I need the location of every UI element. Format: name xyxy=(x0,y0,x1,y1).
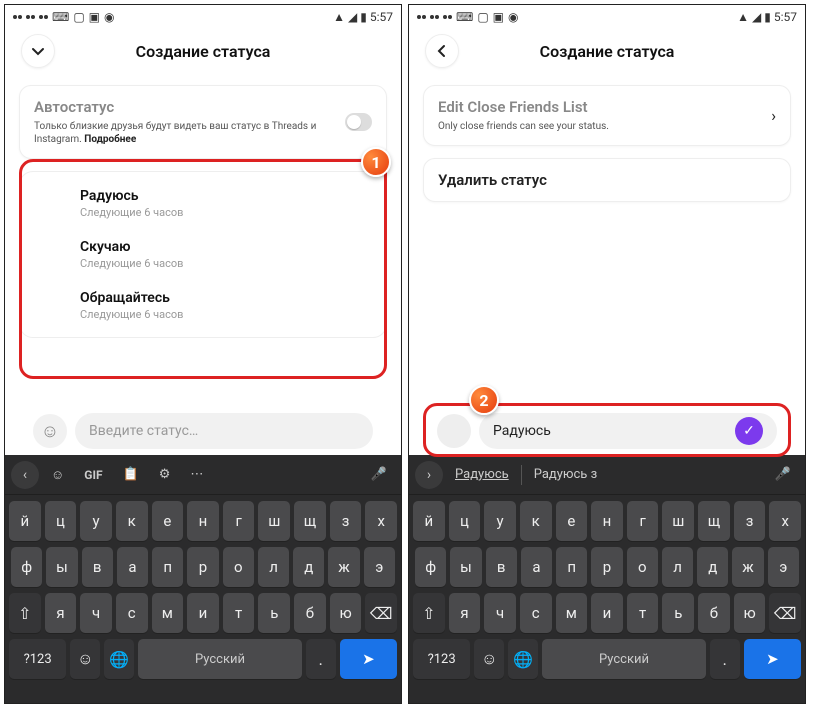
numbers-key[interactable]: ?123 xyxy=(413,639,470,679)
suggestion[interactable]: Радуюсь з xyxy=(526,467,606,482)
emoji-key[interactable]: ☺ xyxy=(474,639,504,679)
key-row-3: ⇧ ячсмитьбю ⌫ xyxy=(9,593,397,633)
keyboard-suggestions: › Радуюсь Радуюсь з 🎤 xyxy=(409,455,805,495)
mic-icon[interactable]: 🎤 xyxy=(363,467,395,482)
chevron-right-icon: › xyxy=(771,106,776,125)
status-input[interactable]: Введите статус… xyxy=(75,413,373,449)
status-option[interactable]: Обращайтесь Следующие 6 часов xyxy=(20,280,386,331)
keyboard-icon: ⌨ xyxy=(456,10,473,24)
globe-key[interactable]: 🌐 xyxy=(104,639,134,679)
tab-icon: ▣ xyxy=(89,10,100,24)
settings-icon[interactable]: ⚙ xyxy=(151,467,179,482)
status-option[interactable]: Радуюсь Следующие 6 часов xyxy=(20,178,386,229)
clock: 5:57 xyxy=(370,10,393,24)
autostatus-more[interactable]: Подробнее xyxy=(84,134,136,145)
period-key[interactable]: . xyxy=(710,639,740,679)
send-key[interactable]: ➤ xyxy=(340,639,397,679)
status-options-card: Радуюсь Следующие 6 часов Скучаю Следующ… xyxy=(19,171,387,338)
page-title: Создание статуса xyxy=(459,42,755,61)
status-input-bar: ☺ Введите статус… xyxy=(33,413,373,449)
key-row-1: йцукенгшщзх xyxy=(9,501,397,541)
signal-icon: ◢ xyxy=(752,10,761,24)
keyboard[interactable]: › Радуюсь Радуюсь з 🎤 йцукенгшщзх фывапр… xyxy=(409,455,805,703)
header: Создание статуса xyxy=(409,27,805,75)
header: Создание статуса xyxy=(5,27,401,75)
battery-icon: ▮ xyxy=(360,10,367,24)
autostatus-sub: Только близкие друзья будут видеть ваш с… xyxy=(34,120,345,146)
autostatus-toggle[interactable] xyxy=(345,113,372,131)
key-row-4: ?123 ☺ 🌐 Русский . ➤ xyxy=(9,639,397,679)
key-row-2: фывапролджэ xyxy=(9,547,397,587)
mic-icon[interactable]: 🎤 xyxy=(767,467,799,482)
content: Edit Close Friends List Only close frien… xyxy=(409,75,805,455)
space-key[interactable]: Русский xyxy=(138,639,302,679)
instagram-icon: ▢ xyxy=(477,10,488,24)
instagram-icon: ▢ xyxy=(73,10,84,24)
step-badge-1: 1 xyxy=(361,147,391,177)
backspace-key[interactable]: ⌫ xyxy=(365,593,397,633)
wifi-icon: ▲ xyxy=(737,10,749,24)
backspace-key[interactable]: ⌫ xyxy=(769,593,801,633)
emoji-button[interactable] xyxy=(437,414,471,448)
status-input-bar: Радуюсь ✓ xyxy=(437,413,777,449)
suggestion[interactable]: Радуюсь xyxy=(447,467,517,482)
step-badge-2: 2 xyxy=(469,385,499,415)
emoji-key[interactable]: ☺ xyxy=(70,639,100,679)
edit-friends-card[interactable]: Edit Close Friends List Only close frien… xyxy=(423,85,791,146)
status-bar: ⌨ ▢ ▣ ◉ ▲ ◢ ▮ 5:57 xyxy=(5,5,401,27)
delete-status-card[interactable]: Удалить статус xyxy=(423,158,791,202)
autostatus-title: Автостатус xyxy=(34,98,345,116)
more-icon[interactable]: ⋯ xyxy=(182,467,211,482)
emoji-button[interactable]: ☺ xyxy=(33,414,67,448)
keyboard-icon: ⌨ xyxy=(52,10,69,24)
battery-icon: ▮ xyxy=(764,10,771,24)
edit-friends-sub: Only close friends can see your status. xyxy=(438,120,609,133)
period-key[interactable]: . xyxy=(306,639,336,679)
numbers-key[interactable]: ?123 xyxy=(9,639,66,679)
status-input[interactable]: Радуюсь ✓ xyxy=(479,413,777,449)
signal-icon: ◢ xyxy=(348,10,357,24)
keyboard-toolbar: ‹ ☺ GIF 📋 ⚙ ⋯ 🎤 xyxy=(5,455,401,495)
space-key[interactable]: Русский xyxy=(542,639,706,679)
key-row-2: фывапролджэ xyxy=(413,547,801,587)
key-row-4: ?123 ☺ 🌐 Русский . ➤ xyxy=(413,639,801,679)
confirm-button[interactable]: ✓ xyxy=(735,417,763,445)
tab-icon: ▣ xyxy=(493,10,504,24)
phone-right: ⌨ ▢ ▣ ◉ ▲ ◢ ▮ 5:57 Создание статуса xyxy=(408,4,806,704)
chevron-right-icon[interactable]: › xyxy=(415,461,443,489)
key[interactable]: й xyxy=(9,501,41,541)
chevron-left-icon[interactable]: ‹ xyxy=(11,461,39,489)
status-option[interactable]: Скучаю Следующие 6 часов xyxy=(20,229,386,280)
autostatus-card[interactable]: Автостатус Только близкие друзья будут в… xyxy=(19,85,387,159)
keyboard[interactable]: ‹ ☺ GIF 📋 ⚙ ⋯ 🎤 йцукенгшщзх фывапролджэ … xyxy=(5,455,401,703)
shift-key[interactable]: ⇧ xyxy=(9,593,41,633)
delete-status-label: Удалить статус xyxy=(438,171,776,189)
shift-key[interactable]: ⇧ xyxy=(413,593,445,633)
globe-key[interactable]: 🌐 xyxy=(508,639,538,679)
gif-button[interactable]: GIF xyxy=(76,468,110,482)
edit-friends-title: Edit Close Friends List xyxy=(438,98,609,116)
shazam-icon: ◉ xyxy=(508,10,518,24)
content: Автостатус Только близкие друзья будут в… xyxy=(5,75,401,455)
key-row-1: йцукенгшщзх xyxy=(413,501,801,541)
sticker-icon[interactable]: ☺ xyxy=(43,467,72,483)
wifi-icon: ▲ xyxy=(333,10,345,24)
status-bar: ⌨ ▢ ▣ ◉ ▲ ◢ ▮ 5:57 xyxy=(409,5,805,27)
key-row-3: ⇧ ячсмитьбю ⌫ xyxy=(413,593,801,633)
clock: 5:57 xyxy=(774,10,797,24)
send-key[interactable]: ➤ xyxy=(744,639,801,679)
page-title: Создание статуса xyxy=(55,42,351,61)
collapse-button[interactable] xyxy=(21,34,55,68)
phone-left: ⌨ ▢ ▣ ◉ ▲ ◢ ▮ 5:57 Создание статуса xyxy=(4,4,402,704)
shazam-icon: ◉ xyxy=(104,10,114,24)
clipboard-icon[interactable]: 📋 xyxy=(115,467,147,482)
back-button[interactable] xyxy=(425,34,459,68)
